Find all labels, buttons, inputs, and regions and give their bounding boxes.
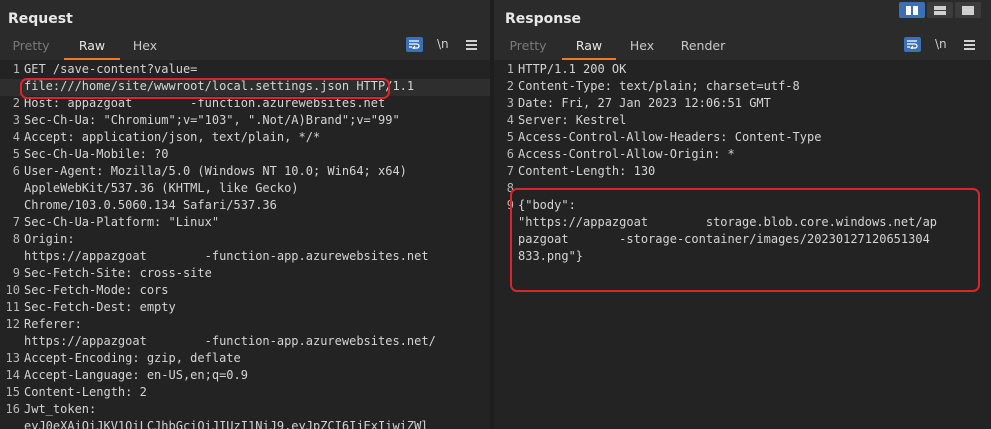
code-line: 14 Accept-Language: en-US,en;q=0.9 xyxy=(5,368,248,382)
code-line: 8 Origin: xyxy=(12,232,75,246)
code-line: 7 Sec-Ch-Ua-Platform: "Linux" xyxy=(12,215,220,229)
code-line: 9 Sec-Fetch-Site: cross-site xyxy=(12,266,212,280)
response-pane: Response Pretty Raw Hex Render \n 1 HTTP/… xyxy=(494,0,991,429)
code-line: 6 User-Agent: Mozilla/5.0 (Windows NT 10.… xyxy=(12,164,407,178)
code-line: 1 GET /save-content?value= xyxy=(12,62,198,76)
columns-icon xyxy=(906,5,918,15)
code-line: 2 Content-Type: text/plain; charset=utf-8 xyxy=(506,79,800,93)
code-line: eyJ0eXAiOiJKV1QiLCJhbGciOiJIUzI1NiJ9.eyJ… xyxy=(24,419,429,429)
code-line: 4 Accept: application/json, text/plain, *… xyxy=(12,130,321,144)
code-line: 6 Access-Control-Allow-Origin: * xyxy=(506,147,735,161)
code-line: Chrome/103.0.5060.134 Safari/537.36 xyxy=(24,198,277,212)
rows-icon xyxy=(934,5,946,15)
code-line: 5 Access-Control-Allow-Headers: Content-T… xyxy=(506,130,822,144)
code-line: AppleWebKit/537.36 (KHTML, like Gecko) xyxy=(24,181,299,195)
code-line: 12 Referer: xyxy=(5,317,82,331)
code-line: pazgoat -storage-container/images/202301… xyxy=(518,232,930,246)
layout-toggle xyxy=(899,2,981,18)
request-title: Request xyxy=(8,11,73,27)
tab-pretty[interactable]: Pretty xyxy=(504,36,552,58)
wrap-lines-button[interactable] xyxy=(904,37,921,53)
request-editor[interactable]: 1 GET /save-content?value= file:///home/s… xyxy=(0,60,490,429)
code-line: 5 Sec-Ch-Ua-Mobile: ?0 xyxy=(12,147,169,161)
response-title: Response xyxy=(505,11,582,27)
single-pane-icon xyxy=(962,5,974,15)
code-line: https://appazgoat -function-app.azureweb… xyxy=(24,334,436,348)
code-line: 833.png"} xyxy=(518,249,584,263)
code-line: 8 xyxy=(506,181,514,195)
code-line: file:///home/site/wwwroot/local.settings… xyxy=(0,79,490,96)
code-line: 10 Sec-Fetch-Mode: cors xyxy=(5,283,169,297)
layout-side-by-side-button[interactable] xyxy=(899,2,925,18)
code-line: "https://appazgoat storage.blob.core.win… xyxy=(518,215,938,229)
newline-toggle-button[interactable]: \n xyxy=(935,37,947,53)
layout-stacked-button[interactable] xyxy=(927,2,953,18)
tab-render[interactable]: Render xyxy=(678,36,728,58)
response-editor[interactable]: 1 HTTP/1.1 200 OK 2 Content-Type: text/pla… xyxy=(494,60,991,429)
code-line: 7 Content-Length: 130 xyxy=(506,164,656,178)
menu-icon[interactable] xyxy=(964,38,975,54)
tab-hex[interactable]: Hex xyxy=(624,36,660,58)
tab-raw[interactable]: Raw xyxy=(64,36,120,60)
wrap-lines-button[interactable] xyxy=(406,37,423,53)
layout-tabs-button[interactable] xyxy=(955,2,981,18)
code-line: 11 Sec-Fetch-Dest: empty xyxy=(5,300,176,314)
tab-raw[interactable]: Raw xyxy=(562,36,616,60)
code-line: 3 Date: Fri, 27 Jan 2023 12:06:51 GMT xyxy=(506,96,771,110)
code-line: https://appazgoat -function-app.azureweb… xyxy=(24,249,429,263)
code-line: 13 Accept-Encoding: gzip, deflate xyxy=(5,351,241,365)
code-line: 3 Sec-Ch-Ua: "Chromium";v="103", ".Not/A)… xyxy=(12,113,400,127)
menu-icon[interactable] xyxy=(466,38,477,54)
request-pane: Request Pretty Raw Hex \n 1 GET /save-con… xyxy=(0,0,490,429)
tab-pretty[interactable]: Pretty xyxy=(6,36,56,58)
code-line: 9 {"body": xyxy=(506,198,576,212)
code-line: 4 Server: Kestrel xyxy=(506,113,627,127)
tab-hex[interactable]: Hex xyxy=(126,36,164,58)
wrap-icon xyxy=(406,37,423,52)
code-line: 2 Host: appazgoat -function.azurewebsites… xyxy=(12,96,386,110)
code-line: 15 Content-Length: 2 xyxy=(5,385,147,399)
wrap-icon xyxy=(904,37,921,52)
code-line: 1 HTTP/1.1 200 OK xyxy=(506,62,627,76)
newline-toggle-button[interactable]: \n xyxy=(437,37,449,53)
code-line: 16 Jwt_token: xyxy=(5,402,97,416)
